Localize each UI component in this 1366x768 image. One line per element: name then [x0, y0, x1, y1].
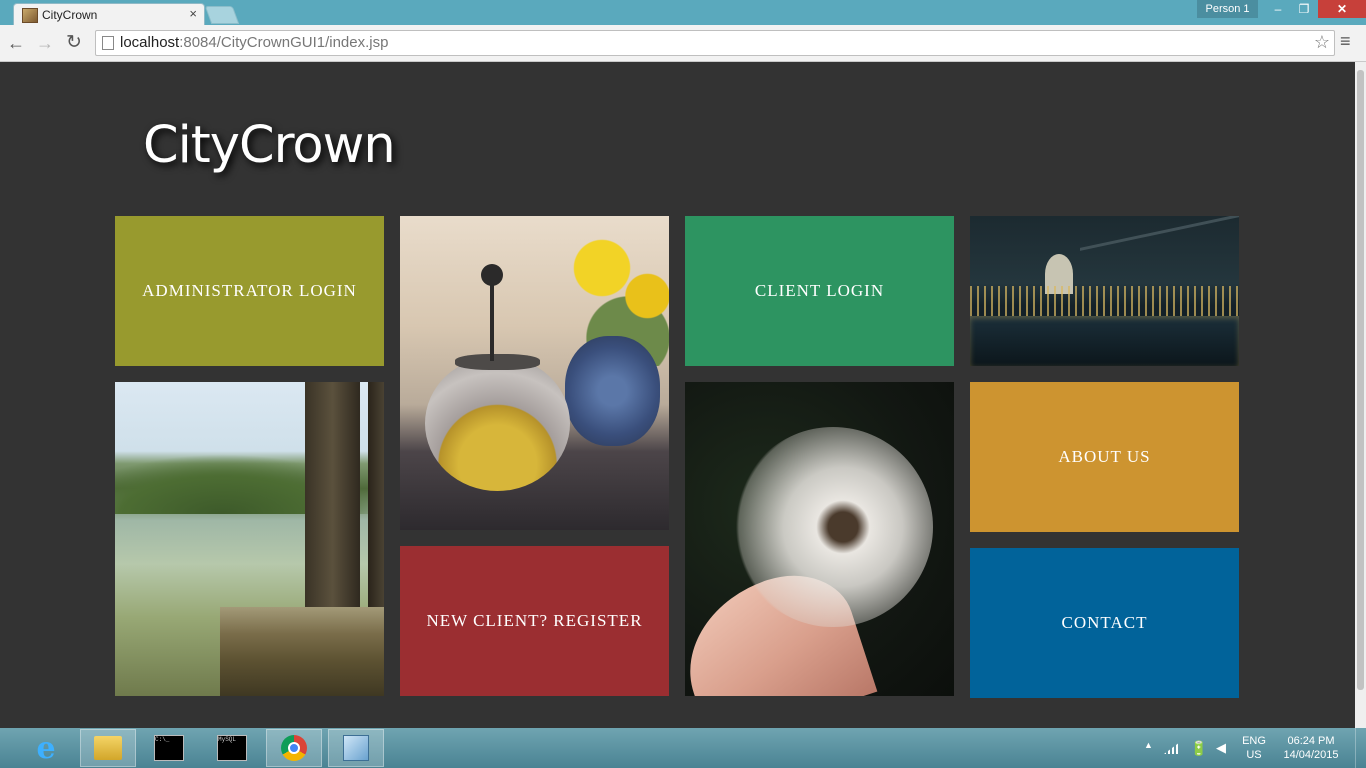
- dandelion-photo: [685, 382, 954, 696]
- clock-date: 14/04/2015: [1283, 749, 1339, 761]
- folder-icon: [94, 736, 122, 760]
- teapot-plunger-shape: [490, 276, 494, 361]
- mysql-console-icon: MySQL: [217, 735, 247, 761]
- url-text[interactable]: localhost:8084/CityCrownGUI1/index.jsp: [120, 34, 388, 51]
- city-lights-shape: [970, 286, 1239, 316]
- tea-vase-shape: [565, 336, 660, 446]
- close-tab-icon[interactable]: ×: [189, 6, 197, 21]
- tab-title: CityCrown: [42, 8, 98, 22]
- clock[interactable]: 06:24 PM 14/04/2015: [1280, 734, 1342, 762]
- teapot-shape: [425, 356, 570, 491]
- forward-button[interactable]: →: [34, 32, 56, 54]
- client-login-tile[interactable]: Client Login: [685, 216, 954, 366]
- register-tile[interactable]: New Client? Register: [400, 546, 669, 696]
- url-path: :8084/CityCrownGUI1/index.jsp: [179, 34, 389, 51]
- taskbar-virtualbox[interactable]: [328, 729, 384, 767]
- about-us-tile[interactable]: About Us: [970, 382, 1239, 532]
- tea-photo: [400, 216, 669, 530]
- back-button[interactable]: ←: [5, 32, 27, 54]
- system-tray: ▲ 🔋 ◀ ENG US 06:24 PM 14/04/2015: [1140, 728, 1366, 768]
- browser-tab[interactable]: CityCrown ×: [13, 3, 205, 26]
- taskbar-file-explorer[interactable]: [80, 729, 136, 767]
- volume-icon[interactable]: ◀: [1216, 740, 1226, 756]
- city-night-photo: [970, 216, 1239, 366]
- administrator-login-tile[interactable]: Administrator Login: [115, 216, 384, 366]
- chrome-icon: [281, 735, 307, 761]
- contact-tile[interactable]: Contact: [970, 548, 1239, 698]
- command-prompt-icon: C:\_: [154, 735, 184, 761]
- url-host: localhost: [120, 34, 180, 51]
- new-tab-button[interactable]: [204, 6, 240, 24]
- taskbar-chrome[interactable]: [266, 729, 322, 767]
- favicon-icon: [22, 8, 38, 23]
- show-hidden-icons-icon[interactable]: ▲: [1144, 740, 1153, 750]
- internet-explorer-icon: e: [36, 730, 56, 766]
- browser-toolbar: ← → ↻ localhost:8084/CityCrownGUI1/index…: [0, 25, 1366, 62]
- page-scrollbar[interactable]: [1355, 62, 1366, 728]
- page-content: CityCrown Administrator Login Client Log…: [0, 62, 1355, 728]
- browser-titlebar: CityCrown × Person 1 – ❐ ✕: [0, 0, 1366, 26]
- pier-dock-shape: [220, 607, 384, 696]
- clock-time: 06:24 PM: [1287, 735, 1335, 747]
- scrollbar-thumb[interactable]: [1357, 70, 1364, 690]
- taskbar-command-prompt[interactable]: C:\_: [141, 729, 197, 767]
- city-water-shape: [970, 316, 1239, 366]
- dandelion-head-shape: [733, 427, 933, 627]
- lake-pier-photo: [115, 382, 384, 696]
- teapot-lid-shape: [455, 354, 540, 370]
- reload-button[interactable]: ↻: [63, 32, 85, 54]
- network-signal-icon[interactable]: [1164, 742, 1180, 754]
- battery-icon[interactable]: 🔋: [1190, 740, 1207, 757]
- about-us-label: About Us: [1058, 447, 1151, 466]
- pier-post-shape: [305, 382, 360, 612]
- close-window-button[interactable]: ✕: [1318, 0, 1366, 18]
- contact-label: Contact: [1061, 613, 1148, 632]
- client-login-label: Client Login: [754, 281, 885, 300]
- teapot-knob-shape: [481, 264, 503, 286]
- chrome-menu-icon[interactable]: ≡: [1340, 31, 1351, 52]
- register-label: New Client? Register: [426, 611, 643, 630]
- input-language[interactable]: ENG US: [1240, 734, 1268, 762]
- profile-button[interactable]: Person 1: [1197, 0, 1258, 18]
- taskbar-internet-explorer[interactable]: e: [18, 729, 74, 767]
- restore-button[interactable]: ❐: [1291, 0, 1317, 18]
- address-bar[interactable]: localhost:8084/CityCrownGUI1/index.jsp ☆: [95, 30, 1335, 56]
- virtualbox-icon: [343, 735, 369, 761]
- page-icon: [102, 36, 114, 50]
- minimize-button[interactable]: –: [1265, 0, 1291, 18]
- language-region: US: [1246, 749, 1262, 761]
- show-desktop-button[interactable]: [1355, 728, 1366, 768]
- bookmark-star-icon[interactable]: ☆: [1314, 32, 1330, 53]
- administrator-login-label: Administrator Login: [142, 281, 357, 300]
- language-code: ENG: [1242, 735, 1266, 747]
- taskbar-mysql[interactable]: MySQL: [204, 729, 260, 767]
- site-logo: CityCrown: [143, 116, 396, 175]
